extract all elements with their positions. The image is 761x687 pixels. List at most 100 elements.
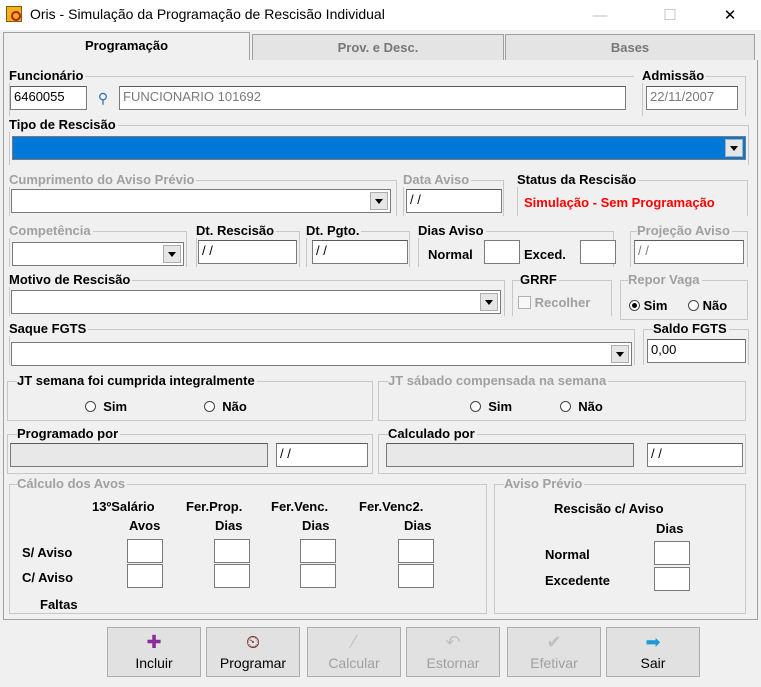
- avos-label: Cálculo dos Avos: [17, 476, 128, 491]
- checkbox-icon[interactable]: [518, 296, 531, 309]
- projecao-input: / /: [634, 240, 744, 264]
- avos-ferprop-s-input[interactable]: [214, 539, 250, 563]
- avos-fervenc-c-input[interactable]: [300, 564, 336, 588]
- admissao-input: 22/11/2007: [646, 86, 738, 110]
- sair-label: Sair: [640, 655, 666, 671]
- aviso-previo-header: Rescisão c/ Aviso: [554, 501, 664, 516]
- dias-aviso-normal-input[interactable]: [484, 240, 520, 264]
- repor-vaga-sim-radio[interactable]: Sim: [629, 298, 667, 313]
- avos-ferprop-c-input[interactable]: [214, 564, 250, 588]
- aviso-previo-excedente-input[interactable]: [654, 567, 690, 591]
- funcionario-code-input[interactable]: 6460055: [10, 86, 87, 110]
- repor-vaga-label: Repor Vaga: [628, 272, 702, 287]
- chevron-down-icon[interactable]: [370, 192, 388, 210]
- jt-sabado-nao-label: Não: [578, 399, 603, 414]
- motivo-select[interactable]: [11, 290, 501, 314]
- cumprimento-select[interactable]: [11, 189, 391, 213]
- chevron-down-icon[interactable]: [725, 139, 743, 157]
- saldo-input[interactable]: 0,00: [647, 339, 746, 363]
- avos-row-c-aviso: C/ Aviso: [22, 570, 74, 585]
- aviso-previo-label: Aviso Prévio: [504, 476, 585, 491]
- calculado-date-input[interactable]: / /: [647, 443, 743, 467]
- close-button[interactable]: ✕: [707, 0, 753, 30]
- window-title: Oris - Simulação da Programação de Resci…: [30, 6, 385, 22]
- grrf-recolher-checkbox[interactable]: Recolher: [518, 295, 590, 310]
- jt-semana-sim-radio[interactable]: Sim: [85, 399, 127, 414]
- motivo-label: Motivo de Rescisão: [9, 272, 133, 287]
- dias-aviso-exced-label: Exced.: [524, 247, 566, 262]
- programado-date-input[interactable]: / /: [276, 443, 368, 467]
- app-icon: [6, 6, 22, 22]
- dias-aviso-label: Dias Aviso: [418, 223, 486, 238]
- aviso-previo-normal-input[interactable]: [654, 541, 690, 565]
- calculado-label: Calculado por: [388, 426, 477, 441]
- chevron-down-icon[interactable]: [480, 293, 498, 311]
- maximize-button[interactable]: ☐: [647, 0, 693, 30]
- avos-13-s-input[interactable]: [127, 539, 163, 563]
- avos-col1-header: 13ºSalário: [92, 499, 155, 514]
- estornar-button[interactable]: ↶ Estornar: [406, 627, 500, 677]
- estornar-label: Estornar: [426, 655, 480, 671]
- dias-aviso-normal-label: Normal: [428, 247, 473, 262]
- radio-selected-icon[interactable]: [629, 300, 640, 311]
- grrf-label: GRRF: [520, 272, 559, 287]
- jt-sabado-sim-label: Sim: [488, 399, 513, 414]
- jt-sabado-nao-radio[interactable]: Não: [560, 399, 603, 414]
- tab-bases[interactable]: Bases: [505, 34, 755, 60]
- jt-semana-group: JT semana foi cumprida integralmente: [7, 374, 373, 421]
- tipo-rescisao-select[interactable]: [12, 136, 746, 160]
- competencia-label: Competência: [9, 223, 93, 238]
- avos-row-s-aviso: S/ Aviso: [22, 545, 73, 560]
- avos-row-faltas: Faltas: [40, 597, 78, 612]
- radio-icon[interactable]: [688, 300, 699, 311]
- avos-13-c-input[interactable]: [127, 564, 163, 588]
- jt-sabado-sim-radio[interactable]: Sim: [470, 399, 512, 414]
- repor-vaga-nao-radio[interactable]: Não: [688, 298, 727, 313]
- jt-semana-sim-label: Sim: [103, 399, 128, 414]
- clock-icon: ⏲: [245, 632, 261, 652]
- chevron-down-icon[interactable]: [163, 245, 181, 263]
- radio-icon[interactable]: [470, 401, 481, 412]
- saque-select[interactable]: [11, 342, 632, 366]
- competencia-select[interactable]: [12, 242, 184, 266]
- sair-button[interactable]: ➡ Sair: [606, 627, 700, 677]
- dt-pgto-input[interactable]: / /: [312, 240, 408, 264]
- search-person-icon[interactable]: ⚲: [91, 87, 115, 109]
- avos-fervenc2-s-input[interactable]: [398, 539, 434, 563]
- dt-pgto-label: Dt. Pgto.: [306, 223, 362, 238]
- tipo-rescisao-label: Tipo de Rescisão: [9, 117, 118, 132]
- calcular-label: Calcular: [328, 655, 380, 671]
- jt-semana-nao-radio[interactable]: Não: [204, 399, 247, 414]
- avos-fervenc-s-input[interactable]: [300, 539, 336, 563]
- minimize-button[interactable]: —: [577, 0, 623, 30]
- avos-fervenc2-c-input[interactable]: [398, 564, 434, 588]
- data-aviso-input[interactable]: / /: [406, 189, 502, 213]
- tab-prov-desc[interactable]: Prov. e Desc.: [252, 34, 504, 60]
- efetivar-button[interactable]: ✔ Efetivar: [507, 627, 601, 677]
- efetivar-label: Efetivar: [530, 655, 578, 671]
- dt-rescisao-input[interactable]: / /: [198, 240, 297, 264]
- status-label: Status da Rescisão: [517, 172, 639, 187]
- avos-col2-header: Fer.Prop.: [186, 499, 243, 514]
- tab-programacao[interactable]: Programação: [3, 32, 250, 60]
- incluir-button[interactable]: ✚ Incluir: [107, 627, 201, 677]
- plus-icon: ✚: [146, 632, 162, 652]
- aviso-previo-normal-label: Normal: [545, 547, 590, 562]
- programado-input: [10, 443, 268, 467]
- undo-icon: ↶: [445, 632, 461, 652]
- chevron-down-icon[interactable]: [611, 345, 629, 363]
- repor-vaga-sim-label: Sim: [643, 298, 668, 313]
- exit-arrow-icon: ➡: [645, 632, 661, 652]
- calcular-button[interactable]: ⁄ Calcular: [307, 627, 401, 677]
- radio-icon[interactable]: [204, 401, 215, 412]
- radio-icon[interactable]: [85, 401, 96, 412]
- dt-rescisao-label: Dt. Rescisão: [196, 223, 277, 238]
- programado-label: Programado por: [17, 426, 121, 441]
- programar-button[interactable]: ⏲ Programar: [206, 627, 300, 677]
- avos-col3-sub: Dias: [302, 518, 330, 533]
- radio-icon[interactable]: [560, 401, 571, 412]
- jt-semana-nao-label: Não: [222, 399, 247, 414]
- dias-aviso-exced-input[interactable]: [580, 240, 616, 264]
- data-aviso-label: Data Aviso: [403, 172, 472, 187]
- avos-col2-sub: Dias: [215, 518, 243, 533]
